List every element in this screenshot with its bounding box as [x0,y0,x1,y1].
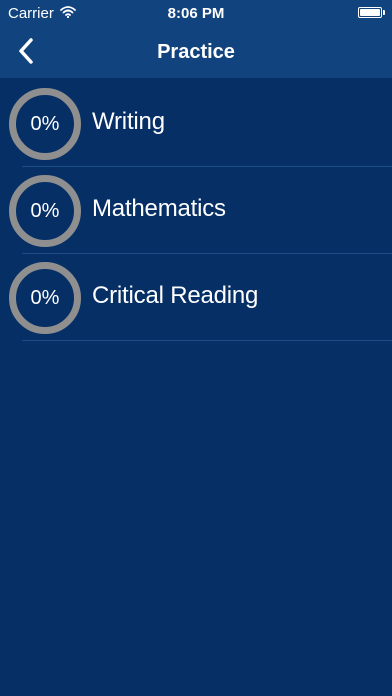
subject-row-mathematics[interactable]: 0% Mathematics [0,167,392,254]
battery-fill [360,9,380,16]
page-title: Practice [157,41,235,63]
battery-icon [358,7,385,18]
subject-list: 0% Writing 0% Mathematics 0% Critical Re… [0,80,392,341]
progress-label: 0% [30,199,60,222]
subject-name: Mathematics [92,195,226,222]
subject-row-critical-reading[interactable]: 0% Critical Reading [0,254,392,341]
progress-ring: 0% [9,88,81,160]
progress-ring: 0% [9,175,81,247]
navigation-bar: Practice [0,28,392,78]
row-separator [22,340,392,341]
progress-label: 0% [30,286,60,309]
status-time: 8:06 PM [167,5,225,22]
subject-name: Critical Reading [92,282,259,309]
progress-label: 0% [30,112,60,135]
subject-row-writing[interactable]: 0% Writing [0,80,392,167]
status-bar: Carrier 8:06 PM [0,0,392,28]
progress-ring: 0% [9,262,81,334]
subject-name: Writing [92,108,165,135]
